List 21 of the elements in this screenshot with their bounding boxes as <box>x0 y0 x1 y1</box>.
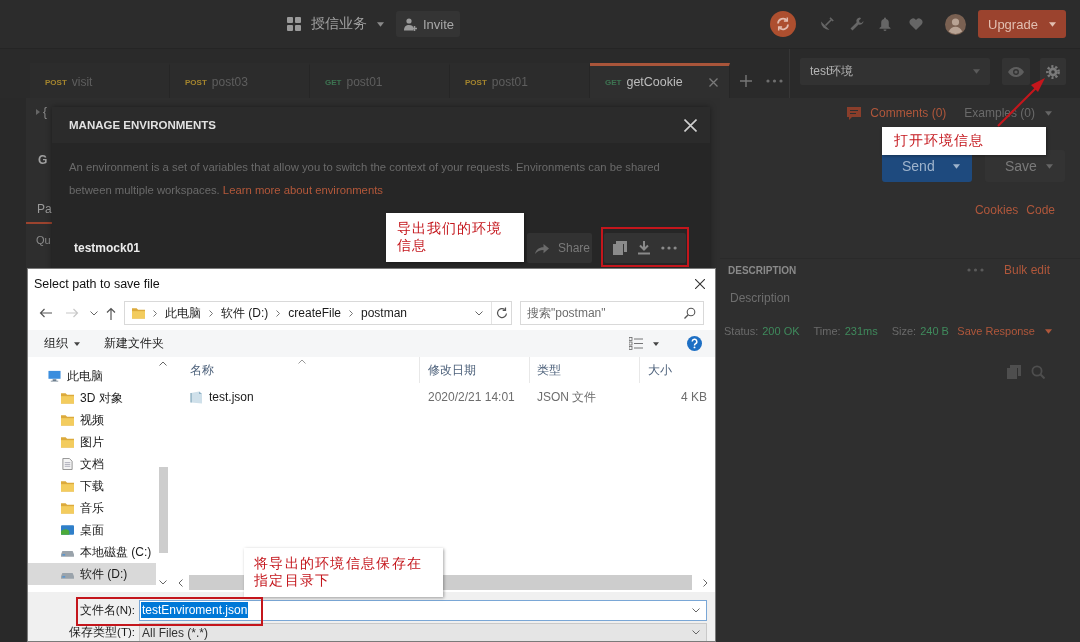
file-type-cell-text: JSON 文件 <box>536 388 598 406</box>
request-name: { <box>43 105 47 119</box>
dialog-title: Select path to save file <box>34 277 160 291</box>
column-header: DESCRIPTION <box>728 264 797 276</box>
section-title: Qu <box>36 233 51 247</box>
annotation-tooltip: 导出我们的环境信息 <box>386 213 524 262</box>
size-value: 240 B <box>920 325 949 337</box>
time-label: Time: <box>813 325 841 337</box>
time-value: 231ms <box>844 325 878 337</box>
modal-title: MANAGE ENVIRONMENTS <box>69 119 216 131</box>
modal-description: An environment is a set of variables that allow you to switch the context of your requests. Environments can be shared between multiple workspaces. Learn more about environments <box>69 160 661 198</box>
annotation-tooltip: 将导出的环境信息保存在指定目录下 <box>244 548 443 597</box>
size-label: Size: <box>891 325 917 337</box>
file-name-text: testEnviroment.json <box>141 602 249 618</box>
file-size-cell-text: 4 KB <box>680 389 708 406</box>
status-label: Status: <box>724 325 759 337</box>
status-value: 200 OK <box>762 325 800 337</box>
modified-date-cell-text: 2020/2/21 14:01 <box>427 389 516 406</box>
file-name-label: 文件名(N): <box>78 602 136 618</box>
annotation-tooltip: 打开环境信息 <box>882 127 1046 155</box>
file-type-label: 保存类型(T): <box>68 624 136 640</box>
